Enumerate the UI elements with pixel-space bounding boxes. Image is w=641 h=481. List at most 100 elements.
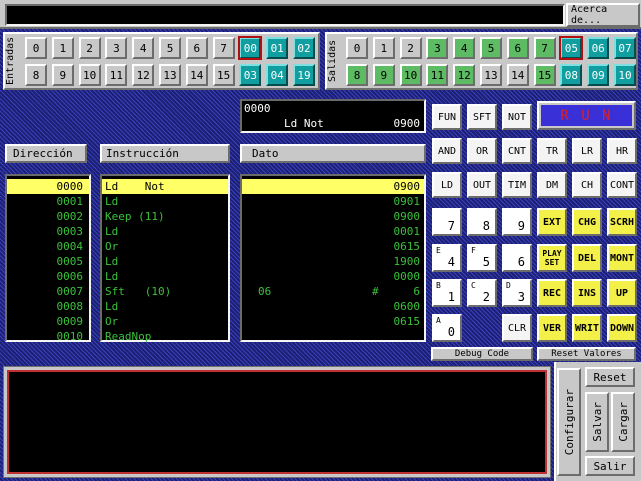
io-button-12[interactable]: 12	[132, 64, 155, 86]
io-button-10[interactable]: 10	[614, 64, 636, 86]
io-button-05[interactable]: 05	[559, 36, 584, 60]
io-button-14[interactable]: 14	[506, 64, 529, 86]
ctl-chg[interactable]: CHG	[572, 208, 602, 236]
dato-row[interactable]: 06 #6	[242, 284, 424, 299]
fn-cnt[interactable]: CNT	[502, 138, 532, 164]
instruction-row[interactable]: Ld	[102, 299, 228, 314]
keypad-key-6[interactable]: 6	[502, 244, 532, 272]
io-button-13[interactable]: 13	[159, 64, 181, 86]
fn-sft[interactable]: SFT	[467, 104, 497, 130]
keypad-key-7[interactable]: 7	[432, 208, 462, 236]
keypad-key-5[interactable]: F5	[467, 244, 497, 272]
fn-out[interactable]: OUT	[467, 172, 497, 198]
io-button-1[interactable]: 1	[372, 37, 395, 59]
header-direccion[interactable]: Dirección	[5, 144, 87, 163]
direccion-list[interactable]: 0000 0001 0002 0003 0004 0005 0006 0007 0008 0009…	[5, 174, 91, 344]
header-dato[interactable]: Dato	[240, 144, 426, 163]
keypad-key-9[interactable]: 9	[502, 208, 532, 236]
io-button-5[interactable]: 5	[480, 37, 502, 59]
status-field[interactable]	[5, 4, 565, 26]
fn-ld[interactable]: LD	[432, 172, 462, 198]
io-button-00[interactable]: 00	[238, 36, 263, 60]
instruction-row[interactable]: Ld	[102, 254, 228, 269]
io-button-7[interactable]: 7	[212, 37, 235, 59]
ctl-ext[interactable]: EXT	[537, 208, 567, 236]
reset-button[interactable]: Reset	[585, 367, 635, 387]
fn-dm[interactable]: DM	[537, 172, 567, 198]
address-row[interactable]: 0000	[7, 179, 89, 194]
ctl-scrh[interactable]: SCRH	[607, 208, 637, 236]
instruction-row[interactable]: Keep (11)	[102, 209, 228, 224]
io-button-2[interactable]: 2	[78, 37, 101, 59]
fn-and[interactable]: AND	[432, 138, 462, 164]
io-button-5[interactable]: 5	[159, 37, 181, 59]
io-button-06[interactable]: 06	[587, 37, 610, 59]
instruction-row[interactable]: Or	[102, 239, 228, 254]
address-row[interactable]: 0001	[7, 194, 89, 209]
io-button-04[interactable]: 04	[266, 64, 289, 86]
ctl-writ[interactable]: WRIT	[572, 314, 602, 342]
io-button-11[interactable]: 11	[105, 64, 128, 86]
io-button-01[interactable]: 01	[266, 37, 289, 59]
io-button-7[interactable]: 7	[533, 37, 556, 59]
instruccion-list[interactable]: Ld Not Ld Keep (11) Ld Or Ld Ld Sft (10) Ld Or Rea…	[100, 174, 230, 344]
dato-row[interactable]: 0000	[242, 269, 424, 284]
io-button-0[interactable]: 0	[346, 37, 368, 59]
io-button-15[interactable]: 15	[212, 64, 235, 86]
instruction-row[interactable]: Ld	[102, 224, 228, 239]
address-row[interactable]: 0003	[7, 224, 89, 239]
io-button-12[interactable]: 12	[453, 64, 476, 86]
configurar-button[interactable]: Configurar	[557, 368, 581, 476]
address-row[interactable]: 0010	[7, 329, 89, 344]
dato-row[interactable]: 0901	[242, 194, 424, 209]
io-button-2[interactable]: 2	[399, 37, 422, 59]
output-console[interactable]	[7, 370, 547, 474]
dato-list[interactable]: 0900 0901 0900 0001 0615 1900 0000 06 #6 0600 0615	[240, 174, 426, 342]
ctl-del[interactable]: DEL	[572, 244, 602, 272]
io-button-3[interactable]: 3	[105, 37, 128, 59]
io-button-10[interactable]: 10	[78, 64, 101, 86]
ctl-play-set[interactable]: PLAY SET	[537, 244, 567, 272]
address-row[interactable]: 0008	[7, 299, 89, 314]
io-button-15[interactable]: 15	[533, 64, 556, 86]
keypad-key-0[interactable]: A0	[432, 314, 462, 342]
io-button-6[interactable]: 6	[506, 37, 529, 59]
ctl-clr[interactable]: CLR	[502, 314, 532, 342]
fn-tr[interactable]: TR	[537, 138, 567, 164]
dato-row[interactable]: 0900	[242, 179, 424, 194]
salir-button[interactable]: Salir	[585, 456, 635, 476]
io-button-0[interactable]: 0	[25, 37, 47, 59]
instruction-row[interactable]: ReadNop	[102, 329, 228, 344]
address-row[interactable]: 0005	[7, 254, 89, 269]
io-button-09[interactable]: 09	[587, 64, 610, 86]
dato-row[interactable]: 0615	[242, 239, 424, 254]
io-button-10[interactable]: 10	[399, 64, 422, 86]
ctl-up[interactable]: UP	[607, 279, 637, 307]
reset-valores-button[interactable]: Reset Valores	[537, 347, 636, 361]
cargar-button[interactable]: Cargar	[611, 392, 635, 452]
fn-ch[interactable]: CH	[572, 172, 602, 198]
dato-row[interactable]	[242, 329, 424, 344]
io-button-07[interactable]: 07	[614, 37, 636, 59]
io-button-1[interactable]: 1	[51, 37, 74, 59]
address-row[interactable]: 0009	[7, 314, 89, 329]
io-button-14[interactable]: 14	[185, 64, 208, 86]
dato-row[interactable]: 0615	[242, 314, 424, 329]
fn-fun[interactable]: FUN	[432, 104, 462, 130]
debug-code-button[interactable]: Debug Code	[431, 347, 533, 361]
ctl-down[interactable]: DOWN	[607, 314, 637, 342]
io-button-11[interactable]: 11	[426, 64, 449, 86]
keypad-key-2[interactable]: C2	[467, 279, 497, 307]
io-button-8[interactable]: 8	[346, 64, 368, 86]
address-row[interactable]: 0002	[7, 209, 89, 224]
io-button-4[interactable]: 4	[132, 37, 155, 59]
io-button-02[interactable]: 02	[293, 37, 315, 59]
io-button-13[interactable]: 13	[480, 64, 502, 86]
header-instruccion[interactable]: Instrucción	[100, 144, 230, 163]
ctl-rec[interactable]: REC	[537, 279, 567, 307]
address-row[interactable]: 0006	[7, 269, 89, 284]
fn-not[interactable]: NOT	[502, 104, 532, 130]
keypad-key-4[interactable]: E4	[432, 244, 462, 272]
instruction-row[interactable]: Ld Not	[102, 179, 228, 194]
ctl-ver[interactable]: VER	[537, 314, 567, 342]
